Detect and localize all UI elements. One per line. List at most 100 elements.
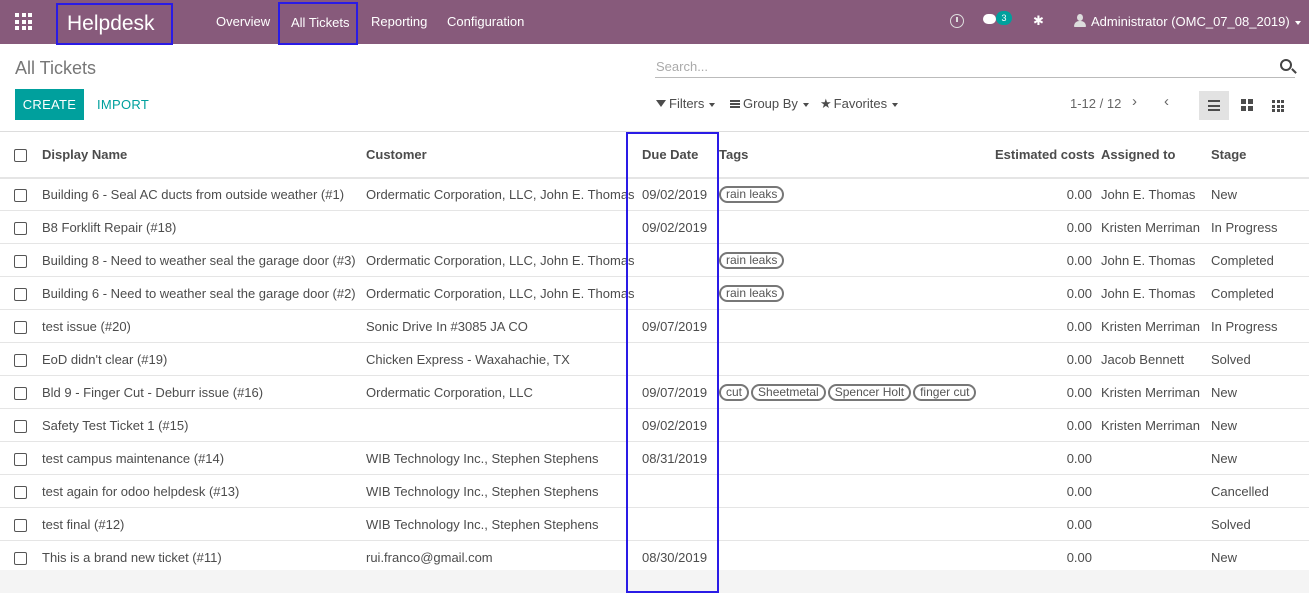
chat-icon[interactable] [983, 14, 996, 24]
cell-due-date [642, 507, 719, 541]
row-checkbox-cell[interactable] [0, 276, 42, 310]
create-button[interactable]: CREATE [15, 89, 84, 120]
apps-menu-icon[interactable] [15, 13, 32, 30]
cell-tags: cut Sheetmetal Spencer Holt finger cut [719, 375, 995, 409]
table-footer [0, 570, 1309, 593]
cell-display-name: Safety Test Ticket 1 (#15) [42, 408, 366, 442]
cell-stage: Completed [1211, 243, 1309, 277]
row-checkbox-cell[interactable] [0, 474, 42, 508]
column-header-customer[interactable]: Customer [366, 131, 642, 179]
table-row[interactable]: test again for odoo helpdesk (#13) WIB Te… [0, 474, 1309, 508]
row-checkbox[interactable] [14, 188, 27, 202]
column-header-estimated-costs[interactable]: Estimated costs [995, 131, 1101, 179]
row-checkbox-cell[interactable] [0, 408, 42, 442]
table-row[interactable]: Bld 9 - Finger Cut - Deburr issue (#16) O… [0, 375, 1309, 409]
row-checkbox-cell[interactable] [0, 540, 42, 574]
row-checkbox-cell[interactable] [0, 375, 42, 409]
cell-display-name: Bld 9 - Finger Cut - Deburr issue (#16) [42, 375, 366, 409]
table-row[interactable]: Safety Test Ticket 1 (#15) 09/02/2019 0.00… [0, 408, 1309, 442]
row-checkbox-cell[interactable] [0, 507, 42, 541]
row-checkbox[interactable] [14, 551, 27, 565]
chevron-left-icon[interactable]: ‹ [1164, 93, 1169, 110]
row-checkbox[interactable] [14, 353, 27, 367]
menu-configuration[interactable]: Configuration [447, 0, 524, 44]
cell-stage: Completed [1211, 276, 1309, 310]
filters-label: Filters [669, 96, 705, 111]
cell-tags [719, 474, 995, 508]
cell-due-date [642, 243, 719, 277]
grid-view-button[interactable] [1263, 91, 1293, 120]
app-brand[interactable]: Helpdesk [56, 3, 173, 45]
table-row[interactable]: This is a brand new ticket (#11) rui.fran… [0, 540, 1309, 574]
select-all-checkbox[interactable] [0, 131, 42, 179]
table-row[interactable]: Building 8 - Need to weather seal the ga… [0, 243, 1309, 277]
column-header-display-name[interactable]: Display Name [42, 131, 366, 179]
row-checkbox-cell[interactable] [0, 243, 42, 277]
table-body: Building 6 - Seal AC ducts from outside … [0, 177, 1309, 574]
row-checkbox-cell[interactable] [0, 210, 42, 244]
cell-stage: Solved [1211, 342, 1309, 376]
row-checkbox[interactable] [14, 287, 27, 301]
row-checkbox[interactable] [14, 485, 27, 499]
table-row[interactable]: test campus maintenance (#14) WIB Technol… [0, 441, 1309, 475]
table-row[interactable]: Building 6 - Need to weather seal the ga… [0, 276, 1309, 310]
bars-icon [730, 99, 740, 108]
cell-assigned-to [1101, 540, 1211, 574]
row-checkbox-cell[interactable] [0, 342, 42, 376]
cell-due-date: 08/31/2019 [642, 441, 719, 475]
cell-assigned-to [1101, 474, 1211, 508]
row-checkbox-cell[interactable] [0, 441, 42, 475]
list-view-button[interactable] [1199, 91, 1229, 120]
column-header-assigned-to[interactable]: Assigned to [1101, 131, 1211, 179]
checkbox[interactable] [14, 148, 27, 162]
kanban-view-button[interactable] [1232, 91, 1262, 120]
cell-tags: rain leaks [719, 276, 995, 310]
cell-customer: Chicken Express - Waxahachie, TX [366, 342, 642, 376]
cell-assigned-to: Kristen Merriman [1101, 375, 1211, 409]
table-row[interactable]: B8 Forklift Repair (#18) 09/02/2019 0.00 Kr… [0, 210, 1309, 244]
row-checkbox[interactable] [14, 386, 27, 400]
import-button[interactable]: IMPORT [97, 89, 149, 120]
chevron-right-icon[interactable]: › [1132, 93, 1137, 110]
menu-all-tickets[interactable]: All Tickets [278, 2, 358, 45]
row-checkbox[interactable] [14, 518, 27, 532]
groupby-label: Group By [743, 96, 798, 111]
cell-stage: New [1211, 540, 1309, 574]
row-checkbox[interactable] [14, 419, 27, 433]
table-row[interactable]: EoD didn't clear (#19) Chicken Express - … [0, 342, 1309, 376]
table-row[interactable]: test issue (#20) Sonic Drive In #3085 JA … [0, 309, 1309, 343]
menu-reporting[interactable]: Reporting [371, 0, 427, 44]
column-header-tags[interactable]: Tags [719, 131, 995, 179]
cell-due-date: 09/02/2019 [642, 408, 719, 442]
table-row[interactable]: test final (#12) WIB Technology Inc., Ste… [0, 507, 1309, 541]
cell-stage: Cancelled [1211, 474, 1309, 508]
tag-badge: rain leaks [719, 284, 785, 302]
cell-display-name: EoD didn't clear (#19) [42, 342, 366, 376]
kanban-icon [1241, 99, 1253, 111]
cell-assigned-to: John E. Thomas [1101, 276, 1211, 310]
cell-tags [719, 342, 995, 376]
cell-customer: Ordermatic Corporation, LLC, John E. Tho… [366, 276, 642, 310]
row-checkbox-cell[interactable] [0, 309, 42, 343]
row-checkbox[interactable] [14, 452, 27, 466]
row-checkbox[interactable] [14, 254, 27, 268]
row-checkbox[interactable] [14, 320, 27, 334]
cell-estimated-costs: 0.00 [995, 177, 1101, 211]
groupby-dropdown[interactable]: Group By [730, 96, 809, 111]
filters-dropdown[interactable]: Filters [656, 96, 716, 111]
column-header-due-date[interactable]: Due Date [642, 131, 719, 179]
search-input[interactable] [655, 56, 1255, 76]
search-icon[interactable] [1280, 59, 1292, 71]
menu-overview[interactable]: Overview [216, 0, 270, 44]
favorites-dropdown[interactable]: ★ Favorites [820, 96, 899, 112]
table-row[interactable]: Building 6 - Seal AC ducts from outside … [0, 177, 1309, 211]
cell-display-name: Building 6 - Seal AC ducts from outside … [42, 177, 366, 211]
row-checkbox[interactable] [14, 221, 27, 235]
cell-due-date [642, 474, 719, 508]
column-header-stage[interactable]: Stage [1211, 131, 1309, 179]
debug-bug-icon[interactable]: ✱ [1033, 13, 1044, 29]
user-menu[interactable]: Administrator (OMC_07_08_2019) [1091, 0, 1301, 44]
row-checkbox-cell[interactable] [0, 177, 42, 211]
activity-clock-icon[interactable] [950, 14, 964, 28]
pager-value[interactable]: 1-12 / 12 [1070, 96, 1121, 111]
